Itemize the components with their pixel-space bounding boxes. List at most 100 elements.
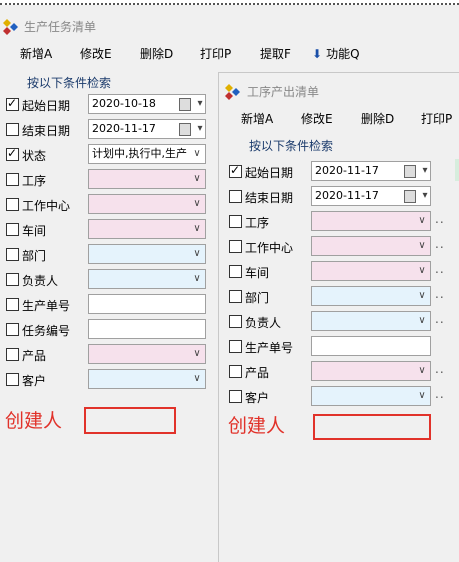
field-input[interactable]: 计划中,执行中,生产 ∨ (88, 144, 206, 164)
ellipsis-button[interactable]: .. (435, 362, 445, 376)
field-input[interactable]: ∨ (311, 261, 431, 281)
chevron-down-icon: ∨ (193, 148, 201, 159)
checkbox-2[interactable] (6, 146, 19, 161)
field-input[interactable]: ∨ (311, 236, 431, 256)
ellipsis-button[interactable]: .. (435, 387, 445, 401)
checkbox-9[interactable] (229, 390, 242, 403)
field-input[interactable]: ∨ (311, 211, 431, 231)
toolbar-button-label: 修改E (301, 112, 333, 126)
toolbar-button[interactable]: 修改E (80, 44, 112, 64)
chevron-down-icon: ∨ (418, 315, 426, 326)
field-input[interactable]: 2020-11-17 ▾ (88, 119, 206, 139)
chevron-down-icon: ∨ (193, 198, 201, 209)
field-input[interactable]: ∨ (88, 169, 206, 189)
process-output-window: 工序产出清单 新增A 修改E 删除D 打印P 按以下条件检索 起始日期 2020-11-… (218, 72, 459, 562)
checkbox-0[interactable] (229, 163, 242, 178)
field-input[interactable]: ∨ (311, 386, 431, 406)
annotation-label: 创建人 (228, 415, 286, 437)
field-input[interactable] (88, 319, 206, 339)
ellipsis-button[interactable]: .. (435, 237, 445, 251)
field-input[interactable]: ∨ (88, 194, 206, 214)
field-input[interactable]: ∨ (88, 219, 206, 239)
calendar-icon (179, 123, 191, 136)
window-titlebar: 生产任务清单 (0, 15, 220, 39)
ellipsis-button[interactable]: .. (435, 212, 445, 226)
chevron-down-icon: ∨ (418, 240, 426, 251)
checkbox-3[interactable] (6, 173, 19, 186)
toolbar-button[interactable]: 打印P (200, 44, 231, 64)
checkbox-7[interactable] (229, 340, 242, 353)
field-input[interactable]: 2020-11-17 ▾ (311, 186, 431, 206)
field-input[interactable]: ∨ (88, 269, 206, 289)
checkbox-1[interactable] (229, 190, 242, 203)
annotation-box (313, 414, 431, 440)
ellipsis-button[interactable]: .. (435, 312, 445, 326)
toolbar-button-label: 新增A (241, 112, 274, 126)
toolbar-button-label: 打印P (200, 47, 232, 61)
toolbar-button-label: 新增A (20, 47, 53, 61)
chevron-down-icon: ∨ (418, 365, 426, 376)
checkbox-8[interactable] (6, 298, 19, 311)
toolbar-button[interactable]: 新增A (20, 44, 52, 64)
field-value: 2020-11-17 (315, 189, 379, 202)
toolbar-button-label: 修改E (80, 47, 112, 61)
annotation-box (84, 407, 176, 434)
field-input[interactable]: ∨ (311, 311, 431, 331)
checkbox-11[interactable] (6, 373, 19, 386)
field-label: 车间 (22, 224, 47, 238)
checkbox-8[interactable] (229, 365, 242, 378)
chevron-down-icon: ∨ (193, 348, 201, 359)
field-input[interactable]: ∨ (311, 286, 431, 306)
checkbox-4[interactable] (6, 198, 19, 211)
toolbar-button[interactable]: 新增A (241, 109, 273, 129)
app-icon (225, 84, 240, 100)
checkbox-9[interactable] (6, 323, 19, 336)
ellipsis-button[interactable]: .. (435, 262, 445, 276)
field-input[interactable]: ∨ (311, 361, 431, 381)
window-title: 生产任务清单 (24, 20, 97, 34)
field-input[interactable] (88, 294, 206, 314)
toolbar-button[interactable]: 打印P (421, 109, 452, 129)
toolbar-button[interactable]: ⬇ 功能Q (312, 44, 360, 64)
field-label: 任务编号 (22, 324, 71, 338)
checkbox-7[interactable] (6, 273, 19, 286)
calendar-icon (404, 165, 416, 178)
checkbox-3[interactable] (229, 240, 242, 253)
window-titlebar: 工序产出清单 (219, 80, 459, 104)
toolbar-button[interactable]: 提取F (260, 44, 291, 64)
toolbar-button[interactable]: 修改E (301, 109, 333, 129)
field-label: 客户 (245, 391, 270, 405)
field-input[interactable]: ∨ (88, 244, 206, 264)
chevron-down-icon: ∨ (193, 373, 201, 384)
field-label: 车间 (245, 266, 270, 280)
checkbox-6[interactable] (229, 315, 242, 328)
checkbox-1[interactable] (6, 123, 19, 136)
app-icon (3, 19, 18, 35)
ellipsis-button[interactable]: .. (435, 287, 445, 301)
toolbar-button-label: 删除D (140, 47, 174, 61)
checkbox-10[interactable] (6, 348, 19, 361)
toolbar-button[interactable]: 删除D (140, 44, 173, 64)
field-label: 工序 (22, 174, 47, 188)
field-input[interactable]: 2020-10-18 ▾ (88, 94, 206, 114)
chevron-down-icon: ∨ (193, 273, 201, 284)
field-label: 状态 (22, 149, 47, 163)
chevron-down-icon: ▾ (197, 98, 203, 109)
toolbar-button[interactable]: 删除D (361, 109, 394, 129)
checkbox-0[interactable] (6, 96, 19, 111)
checkbox-2[interactable] (229, 215, 242, 228)
field-input[interactable] (311, 336, 431, 356)
checkbox-6[interactable] (6, 248, 19, 261)
annotation-label: 创建人 (5, 410, 63, 432)
calendar-icon (179, 98, 191, 111)
field-label: 产品 (22, 349, 47, 363)
field-label: 生产单号 (22, 299, 71, 313)
field-label: 起始日期 (245, 166, 294, 180)
field-input[interactable]: ∨ (88, 369, 206, 389)
field-label: 结束日期 (245, 191, 294, 205)
field-input[interactable]: ∨ (88, 344, 206, 364)
checkbox-4[interactable] (229, 265, 242, 278)
checkbox-5[interactable] (229, 290, 242, 303)
checkbox-5[interactable] (6, 223, 19, 236)
field-input[interactable]: 2020-11-17 ▾ (311, 161, 431, 181)
